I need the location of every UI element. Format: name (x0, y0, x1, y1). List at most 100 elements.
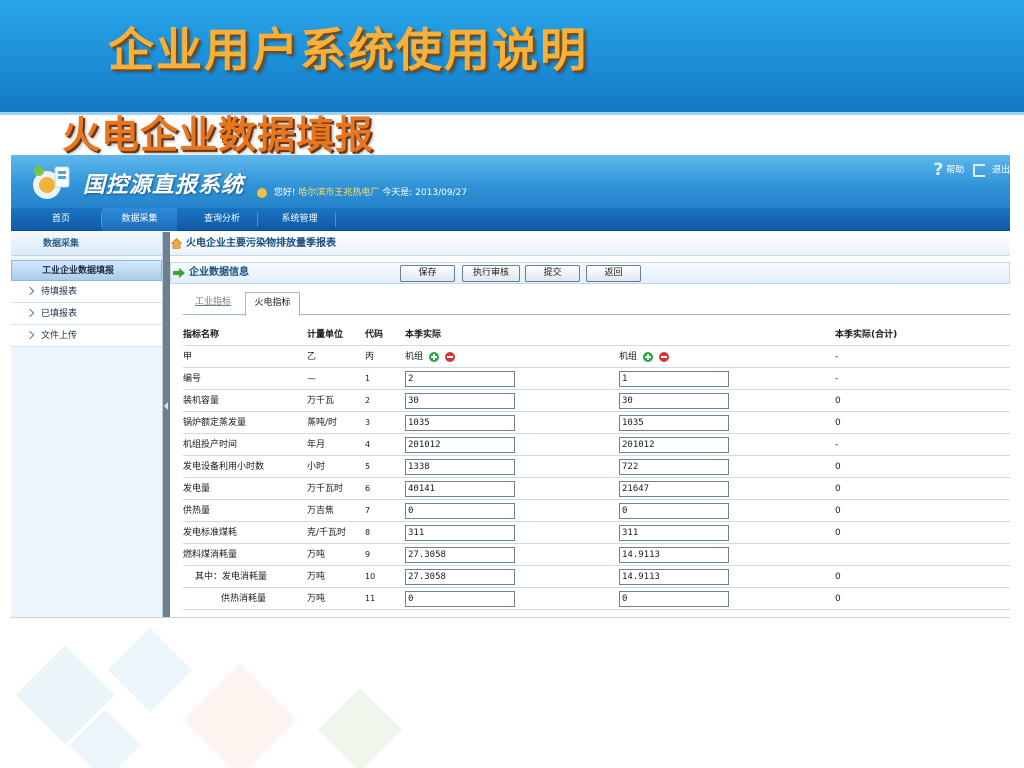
unit1-value-input[interactable]: 27.3058 (405, 547, 515, 563)
unit1-value-input[interactable]: 40141 (405, 481, 515, 497)
help-link[interactable]: 帮助 (946, 166, 964, 176)
row-code: 9 (365, 550, 371, 559)
row-code: 11 (365, 594, 376, 603)
sidebar-item-file-upload[interactable]: 文件上传 (11, 325, 162, 347)
slide-title: 企业用户系统使用说明 (108, 23, 588, 77)
header-actual: 本季实际 (405, 330, 442, 340)
unit2-value-input[interactable]: 0 (619, 591, 729, 607)
sidebar-item-label: 文件上传 (41, 331, 78, 341)
row-unit2-cell: 201012 (619, 434, 831, 456)
row-unit2-cell: 1 (619, 368, 831, 390)
row-unit2-cell: 0 (619, 500, 831, 522)
sidebar-header: 数据采集 (11, 232, 162, 256)
table-row: 装机容量 万千瓦 2 30 30 0 (183, 390, 1010, 412)
remove-unit-icon[interactable] (444, 351, 455, 362)
table-row: 发电量 万千瓦时 6 40141 21647 0 (183, 478, 1010, 500)
tab-thermal-indicators[interactable]: 火电指标 (245, 292, 300, 316)
sidebar-item-submitted-reports[interactable]: 已填报表 (11, 303, 162, 325)
unit2-value-input[interactable]: 30 (619, 393, 729, 409)
user-icon (257, 187, 267, 198)
decor-diamond (317, 687, 403, 768)
row-unit1-cell: 0 (405, 588, 617, 610)
row-unit1-cell: 201012 (405, 434, 617, 456)
unit2-value-input[interactable]: 311 (619, 525, 729, 541)
sidebar-item-pending-reports[interactable]: 待填报表 (11, 281, 162, 303)
unit1-value-input[interactable]: 27.3058 (405, 569, 515, 585)
unit2-value-input[interactable]: 1 (619, 371, 729, 387)
app-name: 国控源直报系统 (83, 173, 245, 198)
row-total: 0 (835, 418, 841, 428)
nav-separator (257, 212, 258, 227)
nav-item-data-collection[interactable]: 数据采集 (102, 208, 177, 231)
unit1-value-input[interactable]: 2 (405, 371, 515, 387)
row-code: 4 (365, 440, 371, 449)
row-total: - (835, 374, 839, 384)
row-name: 发电设备利用小时数 (183, 462, 265, 472)
row-name: 燃料煤消耗量 (183, 550, 238, 560)
row-unit2-cell: 21647 (619, 478, 831, 500)
unit2-value-input[interactable]: 0 (619, 503, 729, 519)
welcome-date: 2013/09/27 (415, 188, 468, 198)
logout-icon[interactable] (973, 163, 986, 177)
unit1-value-input[interactable]: 0 (405, 503, 515, 519)
row-unit2-cell: 30 (619, 390, 831, 412)
label-name: 甲 (183, 352, 193, 362)
add-unit-icon[interactable] (428, 351, 439, 362)
sidebar-item-label: 待填报表 (41, 287, 78, 297)
info-bar-title: 企业数据信息 (189, 267, 249, 278)
submit-button[interactable]: 提交 (525, 265, 580, 282)
decor-diamond (107, 627, 193, 713)
unit1-value-input[interactable]: 30 (405, 393, 515, 409)
unit1-value-input[interactable]: 0 (405, 591, 515, 607)
help-icon[interactable]: ? (933, 160, 943, 180)
unit2-value-input[interactable]: 14.9113 (619, 547, 729, 563)
row-code: 3 (365, 418, 371, 427)
table-label-row: 甲 乙 丙 机组 机组 - (183, 346, 1010, 368)
sidebar-item-industrial-data[interactable]: 工业企业数据填报 (11, 260, 162, 281)
unit2-value-input[interactable]: 201012 (619, 437, 729, 453)
row-code: 2 (365, 396, 371, 405)
tab-industrial-indicators[interactable]: 工业指标 (183, 292, 243, 315)
welcome-prefix: 您好! (273, 188, 296, 198)
row-unit1-cell: 40141 (405, 478, 617, 500)
nav-item-home[interactable]: 首页 (31, 208, 91, 231)
unit1-value-input[interactable]: 311 (405, 525, 515, 541)
row-unit: 蒸吨/时 (307, 418, 338, 428)
unit2-value-input[interactable]: 1035 (619, 415, 729, 431)
unit2-value-input[interactable]: 21647 (619, 481, 729, 497)
sidebar-collapse-handle[interactable] (163, 232, 170, 617)
chevron-right-icon (25, 308, 35, 318)
collapse-arrow-icon (164, 402, 168, 410)
save-button[interactable]: 保存 (400, 265, 455, 282)
row-total: 0 (835, 594, 841, 604)
table-body: 编号 — 1 2 1 - 装机容量 万千瓦 2 30 30 0 锅炉额定蒸发量 蒸吨/时 3 1035 1035… (183, 368, 1010, 610)
row-name: 装机容量 (183, 396, 220, 406)
row-unit: 克/千瓦时 (307, 528, 347, 538)
unit1-value-input[interactable]: 1035 (405, 415, 515, 431)
nav-item-query-analysis[interactable]: 查询分析 (187, 208, 257, 231)
row-code: 5 (365, 462, 371, 471)
back-button[interactable]: 返回 (586, 265, 641, 282)
unit1-value-input[interactable]: 1338 (405, 459, 515, 475)
main-content: 火电企业主要污染物排放量季报表 企业数据信息 保存 执行审核 提交 返回 工业指… (170, 232, 1010, 617)
tab-bar: 工业指标 火电指标 (183, 290, 1010, 316)
table-row: 发电标准煤耗 克/千瓦时 8 311 311 0 (183, 522, 1010, 544)
nav-separator (335, 212, 336, 227)
nav-item-system-management[interactable]: 系统管理 (267, 208, 332, 231)
chevron-right-icon (25, 286, 35, 296)
logout-link[interactable]: 退出 (992, 166, 1010, 176)
row-unit: 小时 (307, 462, 326, 472)
unit2-label: 机组 (619, 352, 638, 362)
header-code: 代码 (365, 330, 384, 340)
unit2-value-input[interactable]: 14.9113 (619, 569, 729, 585)
unit1-value-input[interactable]: 201012 (405, 437, 515, 453)
sidebar-item-label: 已填报表 (41, 309, 78, 319)
chevron-right-icon (25, 330, 35, 340)
unit2-header: 机组 (619, 346, 831, 368)
unit2-value-input[interactable]: 722 (619, 459, 729, 475)
table-row: 供热消耗量 万吨 11 0 0 0 (183, 588, 1010, 610)
row-total: 0 (835, 396, 841, 406)
audit-button[interactable]: 执行审核 (462, 265, 520, 282)
add-unit-icon[interactable] (642, 351, 653, 362)
remove-unit-icon[interactable] (658, 351, 669, 362)
